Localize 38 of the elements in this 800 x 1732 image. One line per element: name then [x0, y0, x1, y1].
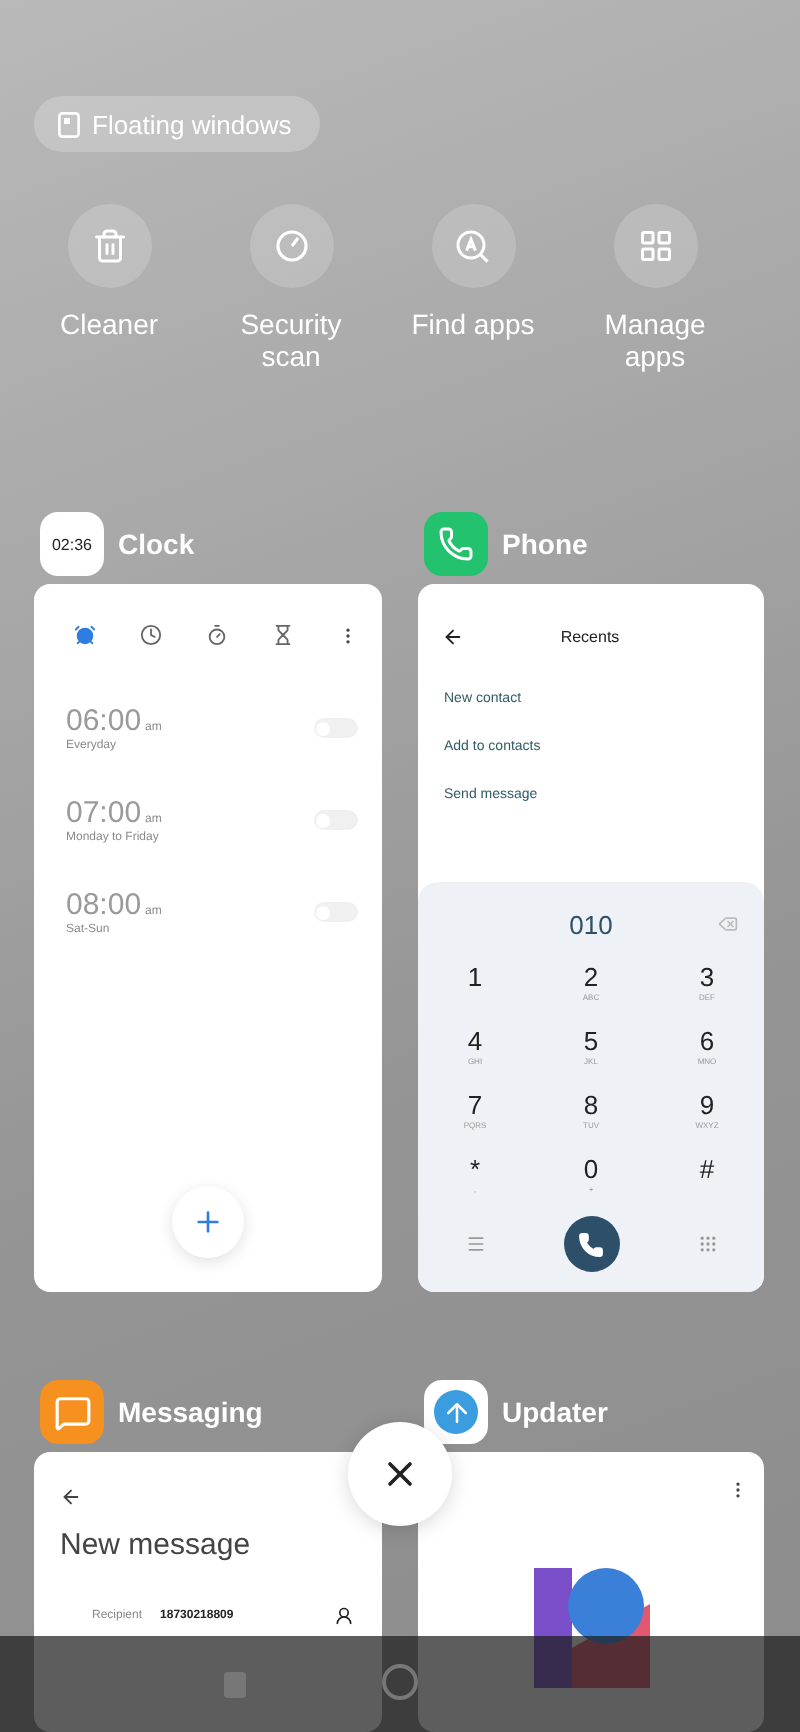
window-icon — [58, 111, 80, 137]
dialed-number: 010 — [569, 909, 613, 939]
clock-tab[interactable] — [74, 624, 96, 646]
back-icon[interactable] — [442, 625, 464, 647]
phone-icon — [578, 1231, 604, 1257]
contact-icon[interactable] — [334, 1606, 354, 1626]
app-name: Clock — [118, 528, 195, 560]
alarm-time: 06:00 — [66, 704, 142, 738]
screen-title: New message — [58, 1528, 253, 1562]
alarm-time: 08:00 — [66, 888, 142, 922]
gauge-icon — [273, 228, 309, 264]
back-icon[interactable] — [60, 1486, 82, 1508]
grid-icon — [637, 228, 673, 264]
menu-icon[interactable] — [465, 1234, 485, 1254]
updater-app-icon[interactable] — [424, 1380, 488, 1444]
app-name: Messaging — [118, 1396, 263, 1428]
clock-tab[interactable] — [272, 624, 294, 646]
alarm-time: 07:00 — [66, 796, 142, 830]
phone-app-icon[interactable] — [424, 512, 488, 576]
clock-tab[interactable] — [140, 624, 162, 646]
hourglass-icon — [272, 624, 294, 646]
trash-icon — [91, 228, 127, 264]
call-button[interactable] — [563, 1216, 619, 1272]
home-nav-icon[interactable] — [382, 1664, 418, 1700]
dial-key[interactable]: 1 — [418, 962, 533, 1020]
screen-title: Recents — [558, 627, 622, 645]
clock-app-icon[interactable]: 02:36 — [40, 512, 104, 576]
clock-icon — [140, 624, 162, 646]
chat-app-icon[interactable] — [40, 1380, 104, 1444]
dialpad-icon[interactable] — [697, 1234, 717, 1254]
app-name: Phone — [502, 528, 588, 560]
search-icon — [454, 227, 492, 265]
plus-icon — [192, 1206, 224, 1238]
app-name: Updater — [502, 1396, 608, 1428]
alarm-clock-icon — [74, 624, 96, 646]
clock-tab[interactable] — [206, 624, 228, 646]
stopwatch-icon — [206, 624, 228, 646]
dial-key[interactable]: # — [649, 1154, 764, 1212]
